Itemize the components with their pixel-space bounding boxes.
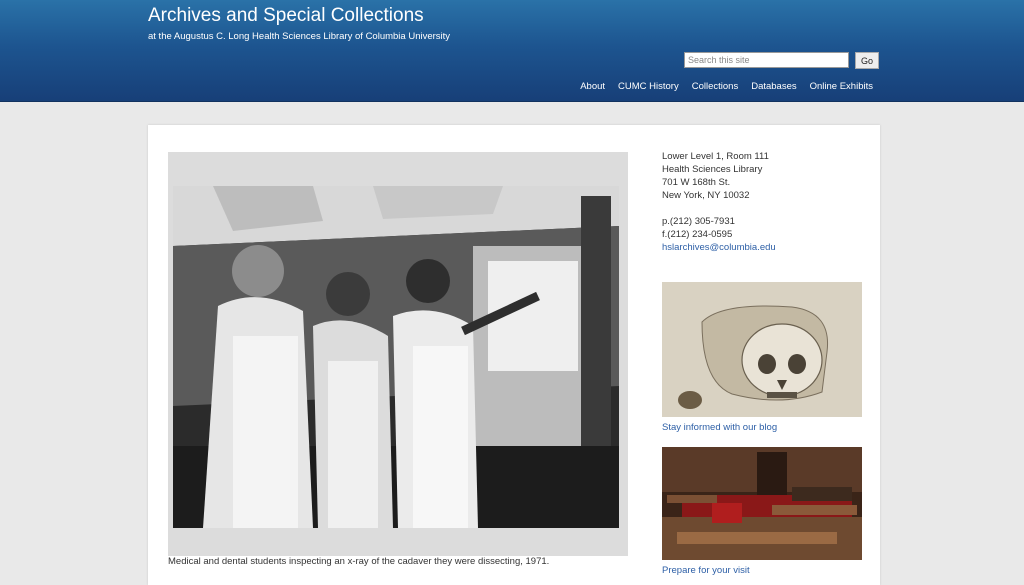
nav-item-online-exhibits[interactable]: Online Exhibits <box>810 81 873 92</box>
address-line: Health Sciences Library <box>662 164 763 175</box>
hero-caption: Medical and dental students inspecting a… <box>168 556 550 567</box>
blog-link[interactable]: Stay informed with our blog <box>662 422 862 433</box>
nav-item-cumc-history[interactable]: CUMC History <box>618 81 679 92</box>
reading-room-image[interactable] <box>662 447 862 560</box>
visit-link[interactable]: Prepare for your visit <box>662 565 862 576</box>
hero-image-frame[interactable] <box>168 152 628 556</box>
address-line: 701 W 168th St. <box>662 177 731 188</box>
site-title[interactable]: Archives and Special Collections <box>148 5 424 27</box>
nav-item-about[interactable]: About <box>580 81 605 92</box>
contact-info: Lower Level 1, Room 111 Health Sciences … <box>662 150 864 254</box>
site-subtitle: at the Augustus C. Long Health Sciences … <box>148 31 451 42</box>
fax-number: f.(212) 234-0595 <box>662 229 733 240</box>
main-nav: About CUMC History Collections Databases… <box>567 81 873 92</box>
site-header: Archives and Special Collections at the … <box>0 0 1024 102</box>
hero-photo-illustration <box>173 186 619 528</box>
blog-promo[interactable]: Stay informed with our blog <box>662 282 862 433</box>
visit-promo[interactable]: Prepare for your visit <box>662 447 862 576</box>
address-line: New York, NY 10032 <box>662 190 750 201</box>
nav-item-collections[interactable]: Collections <box>692 81 738 92</box>
search-input[interactable] <box>684 52 849 68</box>
phone-number: p.(212) 305-7931 <box>662 216 735 227</box>
main-content: Medical and dental students inspecting a… <box>148 125 880 585</box>
address-line: Lower Level 1, Room 111 <box>662 151 769 162</box>
nav-item-databases[interactable]: Databases <box>751 81 796 92</box>
email-link[interactable]: hslarchives@columbia.edu <box>662 241 864 254</box>
search-go-button[interactable]: Go <box>855 52 879 69</box>
hero-photo[interactable] <box>173 186 619 528</box>
blog-promo-image[interactable] <box>662 282 862 417</box>
